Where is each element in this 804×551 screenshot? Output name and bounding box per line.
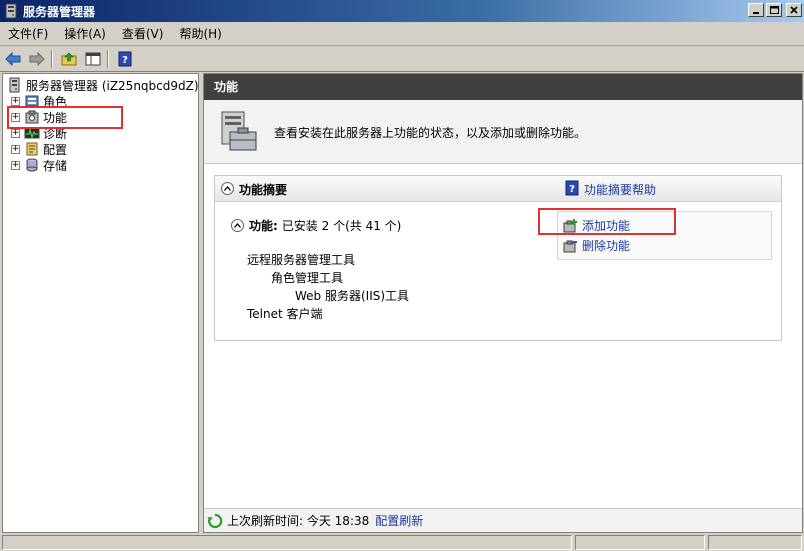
svg-text:?: ? (122, 55, 128, 66)
tree-item-storage[interactable]: + 存储 (11, 157, 67, 173)
close-icon (790, 6, 798, 14)
maximize-icon (769, 6, 779, 14)
window-title: 服务器管理器 (23, 4, 96, 19)
status-panel (708, 535, 802, 550)
features-summary-title: 功能摘要 (239, 183, 288, 197)
status-panel (575, 535, 705, 550)
close-button[interactable] (786, 3, 802, 17)
tree-item-configuration[interactable]: + 配置 (11, 141, 67, 157)
refresh-icon (207, 513, 223, 528)
storage-icon (26, 158, 38, 172)
chevron-up-icon (234, 223, 241, 228)
expand-icon[interactable]: + (11, 96, 20, 106)
folder-up-icon (61, 52, 77, 65)
intro-description: 查看安装在此服务器上功能的状态，以及添加或删除功能。 (274, 126, 587, 140)
installed-feature: 远程服务器管理工具 (247, 253, 356, 267)
content-pane: 功能 查看安装在此服务器上功能的状态，以及添加或删除功能。 功能摘要 ? 功能摘… (203, 73, 803, 533)
help-book-icon: ? (118, 51, 132, 66)
features-summary-header: 功能摘要 ? 功能摘要帮助 (215, 176, 781, 202)
console-tree-icon (85, 52, 101, 65)
features-summary-help-link[interactable]: 功能摘要帮助 (584, 181, 656, 198)
installed-feature: Telnet 客户端 (247, 307, 323, 321)
server-manager-icon (5, 3, 17, 19)
minimize-icon (753, 12, 759, 14)
help-button[interactable]: ? (114, 48, 136, 70)
tree-root-label: 服务器管理器 (iZ25nqbcd9dZ) (26, 78, 199, 93)
menu-bar: 文件(F) 操作(A) 查看(V) 帮助(H) (0, 22, 804, 46)
menu-view[interactable]: 查看(V) (114, 22, 172, 46)
help-icon: ? (565, 180, 579, 196)
tree-item-label: 存储 (43, 158, 68, 173)
configuration-icon (26, 142, 38, 156)
console-tree: 服务器管理器 (iZ25nqbcd9dZ) + 角色 + 功能 + 诊断 + 配… (2, 73, 199, 533)
features-label: 功能: (249, 219, 278, 233)
up-level-button[interactable] (58, 48, 80, 70)
remove-features-icon (563, 240, 577, 252)
highlight-annotation (538, 208, 676, 235)
expand-icon[interactable]: + (11, 144, 20, 154)
collapse-button[interactable] (231, 219, 244, 232)
back-button[interactable] (2, 48, 24, 70)
forward-arrow-icon (29, 51, 45, 66)
last-refresh-text: 上次刷新时间: 今天 18:38 (227, 514, 370, 528)
features-status: 已安装 2 个(共 41 个) (281, 219, 402, 233)
chevron-up-icon (224, 186, 231, 191)
back-arrow-icon (5, 51, 21, 66)
status-bar (0, 533, 804, 551)
toolbar: ? (0, 46, 804, 72)
show-hide-console-tree-button[interactable] (82, 48, 104, 70)
toolbar-separator (51, 49, 53, 68)
svg-text:?: ? (569, 184, 575, 195)
installed-feature: Web 服务器(IIS)工具 (295, 289, 410, 303)
features-summary-section: 功能摘要 ? 功能摘要帮助 功能: 已安装 2 个(共 41 个) 远程服务器管… (214, 175, 782, 341)
highlight-annotation (7, 106, 123, 129)
menu-file[interactable]: 文件(F) (0, 22, 56, 46)
features-large-icon (221, 111, 257, 151)
maximize-button[interactable] (766, 3, 782, 17)
remove-features-link[interactable]: 删除功能 (582, 237, 630, 254)
collapse-button[interactable] (221, 182, 234, 195)
tree-item-label: 配置 (43, 142, 68, 157)
title-bar: 服务器管理器 (0, 0, 804, 22)
configure-refresh-link[interactable]: 配置刷新 (375, 512, 423, 529)
menu-help[interactable]: 帮助(H) (171, 22, 229, 46)
content-header: 功能 (204, 74, 802, 100)
expand-icon[interactable]: + (11, 128, 20, 138)
toolbar-separator (107, 49, 109, 68)
remove-features-action[interactable]: 删除功能 (562, 237, 630, 254)
intro-panel: 查看安装在此服务器上功能的状态，以及添加或删除功能。 (204, 100, 802, 164)
expand-icon[interactable]: + (11, 160, 20, 170)
minimize-button[interactable] (748, 3, 764, 17)
forward-button[interactable] (26, 48, 48, 70)
status-panel (2, 535, 572, 550)
server-manager-icon (9, 77, 20, 93)
tree-root-server-manager[interactable]: 服务器管理器 (iZ25nqbcd9dZ) (7, 77, 199, 93)
window-controls (748, 3, 802, 17)
installed-feature: 角色管理工具 (271, 271, 344, 285)
content-footer: 上次刷新时间: 今天 18:38 配置刷新 (204, 508, 802, 532)
menu-action[interactable]: 操作(A) (56, 22, 114, 46)
features-status-line: 功能: 已安装 2 个(共 41 个) (231, 217, 401, 234)
